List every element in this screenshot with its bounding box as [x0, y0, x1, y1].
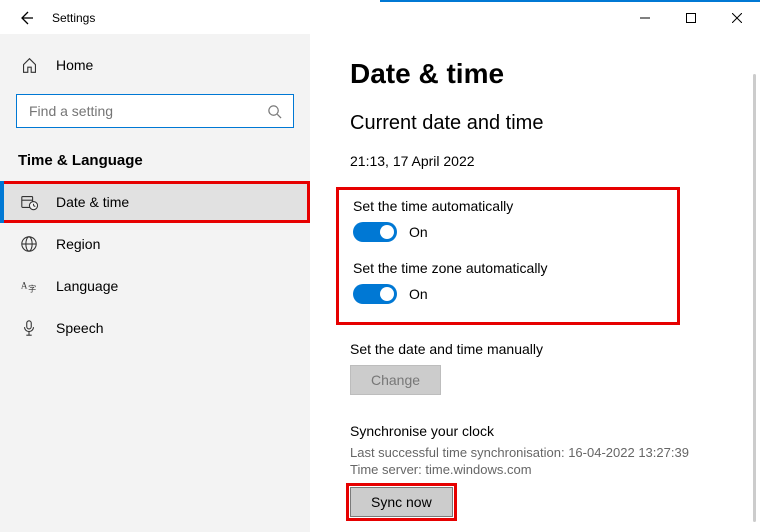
- sidebar-item-label: Region: [56, 236, 100, 252]
- minimize-button[interactable]: [622, 2, 668, 34]
- home-icon: [20, 56, 38, 74]
- settings-window: Settings Home Time &: [0, 0, 760, 532]
- sidebar-item-region[interactable]: Region: [0, 223, 310, 265]
- auto-time-label: Set the time automatically: [353, 198, 663, 214]
- scrollbar[interactable]: [753, 74, 756, 522]
- language-icon: A字: [20, 277, 38, 295]
- sidebar-item-speech[interactable]: Speech: [0, 307, 310, 349]
- sidebar-item-label: Speech: [56, 320, 103, 336]
- auto-zone-toggle[interactable]: [353, 284, 397, 304]
- current-datetime: 21:13, 17 April 2022: [350, 153, 750, 169]
- maximize-button[interactable]: [668, 2, 714, 34]
- sync-now-button[interactable]: Sync now: [350, 487, 453, 517]
- close-button[interactable]: [714, 2, 760, 34]
- auto-time-toggle[interactable]: [353, 222, 397, 242]
- time-server-text: Time server: time.windows.com: [350, 462, 750, 477]
- sidebar-item-date-time[interactable]: Date & time: [0, 181, 310, 223]
- section-header: Time & Language: [0, 144, 310, 181]
- sync-header: Synchronise your clock: [350, 423, 750, 439]
- sidebar-item-language[interactable]: A字 Language: [0, 265, 310, 307]
- window-title: Settings: [52, 11, 95, 25]
- microphone-icon: [20, 319, 38, 337]
- page-title: Date & time: [350, 58, 750, 90]
- home-label: Home: [56, 57, 93, 73]
- titlebar: Settings: [0, 2, 760, 34]
- manual-label: Set the date and time manually: [350, 341, 750, 357]
- last-sync-text: Last successful time synchronisation: 16…: [350, 445, 750, 460]
- auto-zone-label: Set the time zone automatically: [353, 260, 663, 276]
- auto-zone-state: On: [409, 286, 428, 302]
- back-button[interactable]: [18, 10, 34, 26]
- main-content: Date & time Current date and time 21:13,…: [310, 34, 760, 532]
- search-input[interactable]: [16, 94, 294, 128]
- page-subtitle: Current date and time: [350, 112, 750, 135]
- svg-text:A: A: [21, 281, 28, 291]
- sidebar-item-label: Date & time: [56, 194, 129, 210]
- globe-icon: [20, 235, 38, 253]
- change-button: Change: [350, 365, 441, 395]
- svg-text:字: 字: [28, 283, 36, 293]
- search-icon: [265, 102, 283, 120]
- search-field[interactable]: [27, 102, 265, 120]
- home-nav[interactable]: Home: [0, 46, 310, 84]
- sidebar-item-label: Language: [56, 278, 118, 294]
- auto-settings-highlight: Set the time automatically On Set the ti…: [336, 187, 680, 325]
- auto-time-state: On: [409, 224, 428, 240]
- calendar-clock-icon: [20, 193, 38, 211]
- sidebar: Home Time & Language Date & time: [0, 34, 310, 532]
